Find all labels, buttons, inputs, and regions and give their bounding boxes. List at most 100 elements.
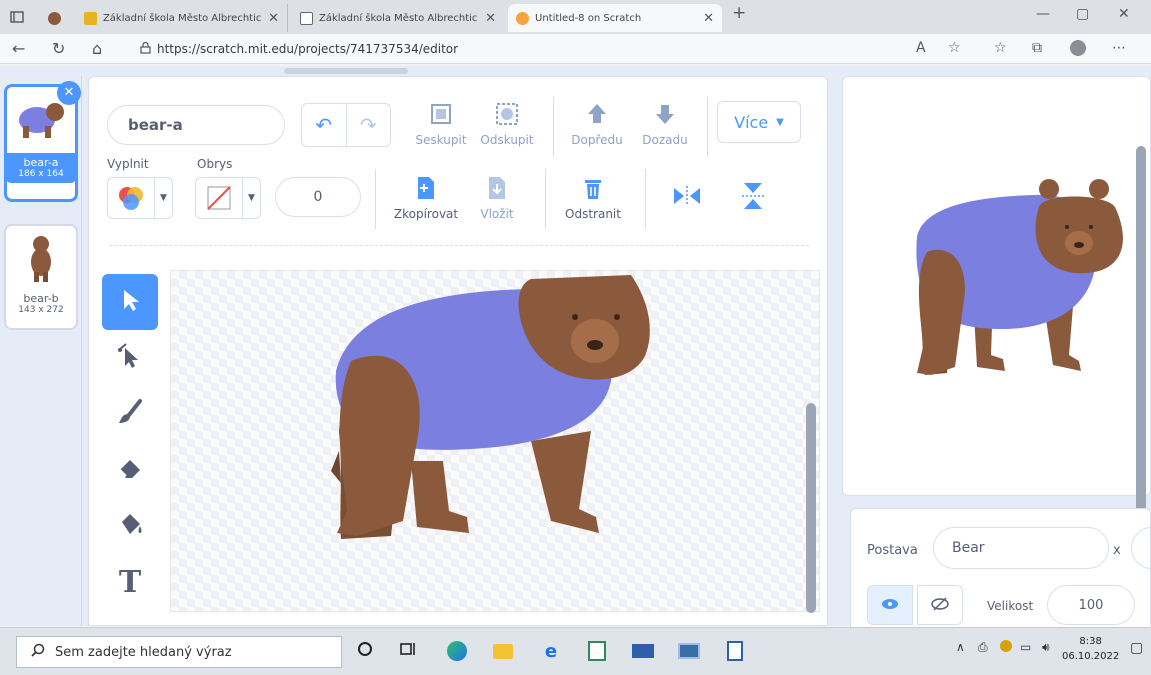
brush-tool[interactable] [102, 386, 158, 442]
costume-item-bear-a[interactable]: bear-a 186 x 164 ✕ [4, 81, 81, 202]
tab-actions-icon [10, 10, 24, 26]
url-field[interactable]: https://scratch.mit.edu/projects/7417375… [140, 38, 458, 60]
browser-tab-bar: Základní škola Město Albrechtic ✕ Základ… [0, 0, 1151, 34]
search-icon [31, 643, 45, 661]
costume-item-bear-b[interactable]: bear-b 143 x 272 [4, 224, 78, 330]
taskbar-search-box[interactable]: Sem zadejte hledaný výraz [16, 636, 342, 668]
taskbar-file-explorer[interactable] [490, 638, 516, 664]
tab-title: Untitled-8 on Scratch [535, 12, 642, 24]
size-input[interactable]: 100 [1047, 585, 1135, 625]
close-tab-icon[interactable]: ✕ [485, 11, 496, 26]
notification-icon[interactable]: ▢ [1130, 640, 1143, 656]
volume-icon[interactable]: 🔊︎ [1042, 640, 1050, 655]
ungroup-button[interactable]: Odskupit [477, 101, 537, 147]
taskbar-mail[interactable] [630, 638, 656, 664]
more-menu-button[interactable]: ⋯ [1112, 40, 1126, 56]
tab-profile[interactable] [40, 4, 72, 32]
favorite-add-button[interactable]: ☆ [948, 40, 961, 56]
close-tab-icon[interactable]: ✕ [703, 11, 714, 26]
taskbar-clock[interactable]: 8:38 06.10.2022 [1062, 634, 1119, 664]
reload-button[interactable]: ↻ [52, 39, 65, 58]
sprite-name-input[interactable]: Bear [933, 527, 1109, 569]
paint-canvas[interactable] [170, 270, 820, 612]
screen: Základní škola Město Albrechtic ✕ Základ… [0, 0, 1151, 675]
backward-button[interactable]: Dozadu [635, 101, 695, 147]
tab-school-2[interactable]: Základní škola Město Albrechtic ✕ [292, 4, 504, 32]
fill-tool[interactable] [102, 498, 158, 554]
costume-list: bear-a 186 x 164 ✕ bear-b 143 x 272 [0, 76, 82, 626]
select-tool[interactable] [102, 274, 158, 330]
url-text: https://scratch.mit.edu/projects/7417375… [157, 42, 459, 56]
sprite-name-value: Bear [952, 540, 985, 556]
flip-vertical-button[interactable] [735, 181, 771, 214]
tab-school-1[interactable]: Základní škola Město Albrechtic ✕ [76, 4, 288, 32]
close-window-button[interactable]: ✕ [1118, 6, 1130, 22]
x-input[interactable] [1131, 527, 1151, 569]
undo-redo-group: ↶ ↷ [301, 103, 391, 147]
copy-button[interactable]: Zkopírovat [389, 175, 463, 221]
more-button[interactable]: Více ▼ [717, 101, 801, 143]
forward-label: Dopředu [571, 133, 623, 147]
school-icon [84, 11, 97, 25]
toolbar-divider [109, 245, 809, 246]
read-aloud-button[interactable]: A [916, 40, 926, 56]
collections-button[interactable]: ⧉ [1032, 40, 1042, 56]
document-icon [727, 641, 743, 661]
paste-icon [469, 175, 525, 204]
taskbar-calculator[interactable] [676, 638, 702, 664]
maximize-button[interactable]: ▢ [1076, 6, 1089, 22]
undo-button[interactable]: ↶ [302, 104, 347, 146]
home-button[interactable]: ⌂ [92, 39, 102, 58]
delete-costume-button[interactable]: ✕ [57, 81, 81, 105]
paint-bucket-icon [116, 510, 144, 542]
redo-button[interactable]: ↷ [347, 104, 391, 146]
costume-name-input[interactable]: bear-a [107, 105, 285, 145]
chevron-up-icon[interactable]: ∧ [956, 640, 965, 654]
scrollbar-thumb[interactable] [284, 68, 408, 74]
canvas-vertical-scrollbar[interactable] [806, 403, 816, 613]
usb-icon[interactable]: ⎙ [978, 640, 988, 655]
x-label: x [1113, 543, 1121, 558]
paste-button[interactable]: Vložit [469, 175, 525, 221]
show-sprite-button[interactable] [867, 585, 913, 625]
taskbar-document[interactable] [722, 638, 748, 664]
tab-actions-button[interactable] [2, 4, 32, 32]
taskbar-edge[interactable] [444, 638, 470, 664]
more-label: Více [734, 112, 769, 132]
battery-icon[interactable]: ▭ [1020, 640, 1031, 654]
editor-horizontal-scrollbar[interactable] [0, 66, 830, 76]
reshape-icon [116, 342, 144, 374]
cortana-button[interactable] [352, 638, 378, 664]
taskbar-internet-explorer[interactable]: e [538, 638, 564, 664]
eraser-tool[interactable] [102, 442, 158, 498]
stage[interactable] [842, 76, 1151, 496]
back-button[interactable]: ← [12, 39, 25, 58]
outline-color-picker[interactable]: ▼ [195, 177, 261, 219]
delete-button[interactable]: Odstranit [559, 175, 627, 221]
folder-icon [493, 643, 513, 659]
tab-scratch[interactable]: Untitled-8 on Scratch ✕ [508, 4, 722, 32]
forward-button[interactable]: Dopředu [567, 101, 627, 147]
new-tab-button[interactable]: + [732, 3, 746, 23]
task-view-button[interactable] [396, 638, 422, 664]
favorites-button[interactable]: ☆ [994, 40, 1007, 56]
hide-sprite-button[interactable] [917, 585, 963, 625]
school-icon [300, 11, 313, 25]
close-tab-icon[interactable]: ✕ [268, 11, 279, 26]
fill-color-picker[interactable]: ▼ [107, 177, 173, 219]
copy-label: Zkopírovat [393, 207, 459, 221]
text-tool[interactable]: T [102, 554, 158, 610]
group-button[interactable]: Seskupit [411, 101, 471, 147]
outline-width-input[interactable]: 0 [275, 177, 361, 217]
avatar [1070, 40, 1086, 56]
flip-horizontal-button[interactable] [669, 185, 705, 210]
outline-label: Obrys [197, 157, 233, 171]
arrow-down-icon [635, 101, 695, 130]
minimize-button[interactable]: — [1036, 6, 1050, 22]
update-icon[interactable] [1000, 640, 1012, 655]
profile-button[interactable] [1070, 40, 1086, 60]
reshape-tool[interactable] [102, 330, 158, 386]
divider [375, 169, 376, 229]
size-value: 100 [1078, 597, 1104, 613]
taskbar-publisher[interactable] [584, 638, 610, 664]
